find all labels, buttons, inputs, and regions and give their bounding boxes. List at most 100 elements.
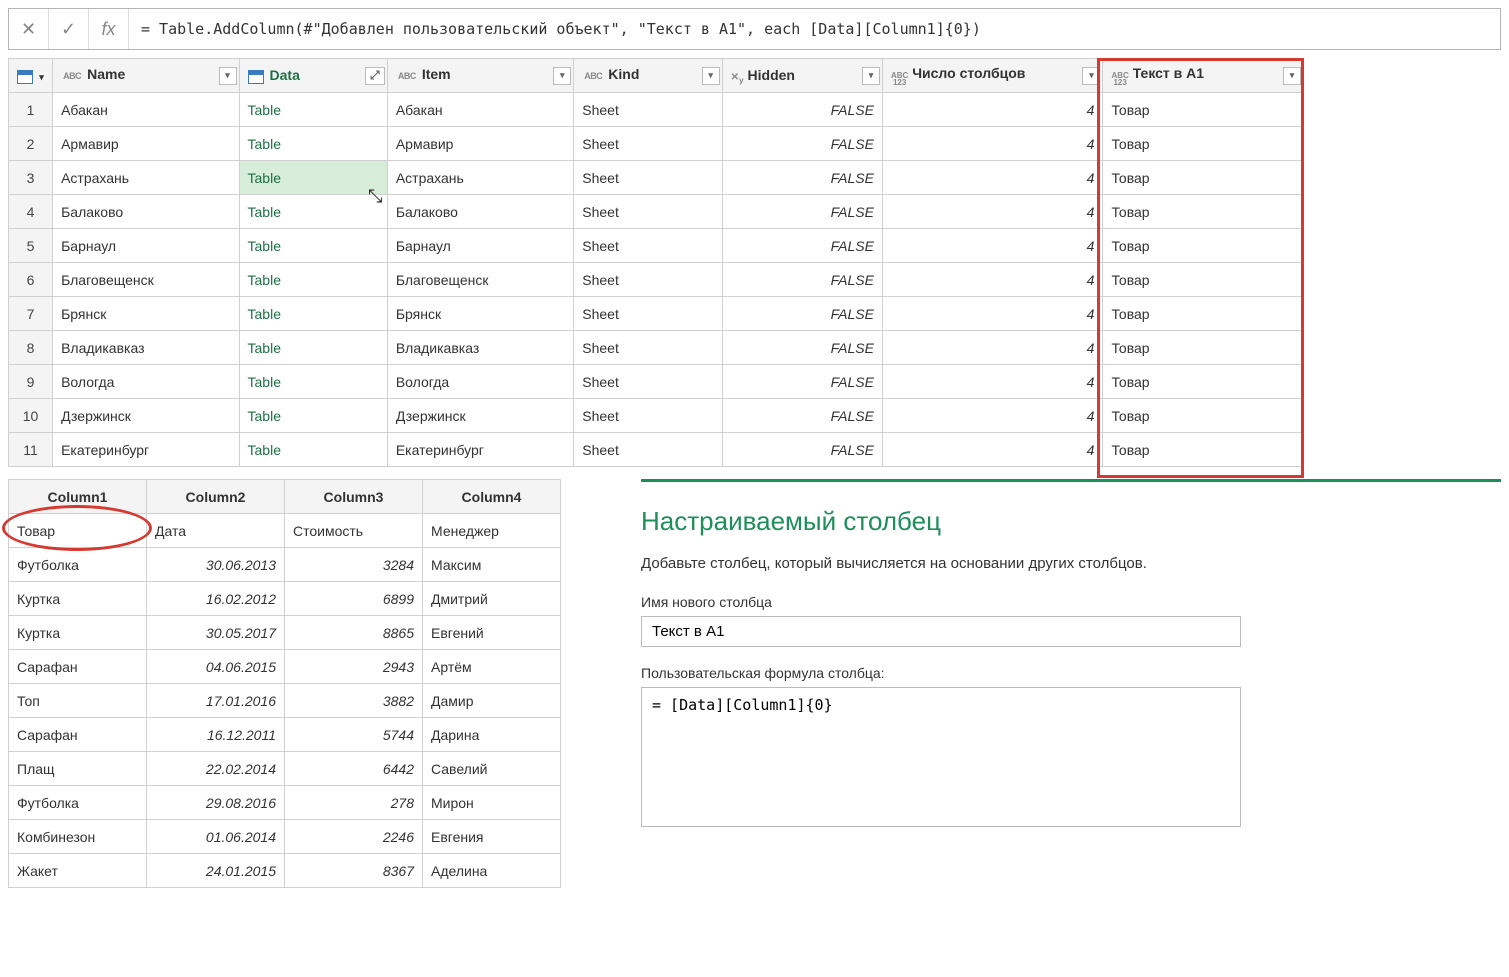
cell-data-link[interactable]: Table xyxy=(239,263,387,297)
formula-input[interactable]: = Table.AddColumn(#"Добавлен пользовател… xyxy=(129,20,1500,38)
table-row[interactable]: Футболка29.08.2016278Мирон xyxy=(9,786,561,820)
cell-item[interactable]: Екатеринбург xyxy=(387,433,573,467)
col-header-hidden[interactable]: ✕y Hidden▾ xyxy=(722,59,882,93)
preview-col-header[interactable]: Column2 xyxy=(147,480,285,514)
preview-cell[interactable]: 2246 xyxy=(285,820,423,854)
preview-cell[interactable]: Жакет xyxy=(9,854,147,888)
cell-data-link[interactable]: Table xyxy=(239,161,387,195)
cell-name[interactable]: Дзержинск xyxy=(53,399,239,433)
preview-cell[interactable]: 16.02.2012 xyxy=(147,582,285,616)
preview-cell[interactable]: 16.12.2011 xyxy=(147,718,285,752)
cell-kind[interactable]: Sheet xyxy=(574,195,722,229)
preview-cell[interactable]: Максим xyxy=(423,548,561,582)
cell-name[interactable]: Владикавказ xyxy=(53,331,239,365)
preview-cell[interactable]: 17.01.2016 xyxy=(147,684,285,718)
cell-text-a1[interactable]: Товар xyxy=(1103,399,1304,433)
preview-cell[interactable]: Куртка xyxy=(9,582,147,616)
preview-cell[interactable]: Плащ xyxy=(9,752,147,786)
row-number[interactable]: 4 xyxy=(9,195,53,229)
filter-icon[interactable]: ▾ xyxy=(862,67,880,85)
row-number[interactable]: 9 xyxy=(9,365,53,399)
table-row[interactable]: 10ДзержинскTableДзержинскSheetFALSE4Това… xyxy=(9,399,1304,433)
preview-data-table[interactable]: Column1 Column2 Column3 Column4 ТоварДат… xyxy=(8,479,561,888)
table-row[interactable]: Топ17.01.20163882Дамир xyxy=(9,684,561,718)
cell-kind[interactable]: Sheet xyxy=(574,229,722,263)
cell-text-a1[interactable]: Товар xyxy=(1103,93,1304,127)
table-row[interactable]: Куртка16.02.20126899Дмитрий xyxy=(9,582,561,616)
preview-cell[interactable]: 2943 xyxy=(285,650,423,684)
preview-cell[interactable]: Стоимость xyxy=(285,514,423,548)
preview-cell[interactable]: 5744 xyxy=(285,718,423,752)
cell-name[interactable]: Астрахань xyxy=(53,161,239,195)
table-row[interactable]: 11ЕкатеринбургTableЕкатеринбургSheetFALS… xyxy=(9,433,1304,467)
cell-data-link[interactable]: Table xyxy=(239,433,387,467)
cell-hidden[interactable]: FALSE xyxy=(722,229,882,263)
col-header-data[interactable]: Data⤢ xyxy=(239,59,387,93)
table-row[interactable]: Куртка30.05.20178865Евгений xyxy=(9,616,561,650)
cell-name[interactable]: Екатеринбург xyxy=(53,433,239,467)
preview-cell[interactable]: Куртка xyxy=(9,616,147,650)
col-header-count[interactable]: ABC123 Число столбцов▾ xyxy=(882,59,1103,93)
preview-cell[interactable]: 8865 xyxy=(285,616,423,650)
cell-count[interactable]: 4 xyxy=(882,263,1103,297)
cell-item[interactable]: Барнаул xyxy=(387,229,573,263)
row-number[interactable]: 1 xyxy=(9,93,53,127)
preview-cell[interactable]: 3284 xyxy=(285,548,423,582)
preview-cell[interactable]: Дата xyxy=(147,514,285,548)
preview-cell[interactable]: 3882 xyxy=(285,684,423,718)
cell-count[interactable]: 4 xyxy=(882,127,1103,161)
cell-hidden[interactable]: FALSE xyxy=(722,263,882,297)
preview-cell[interactable]: Топ xyxy=(9,684,147,718)
table-row[interactable]: Футболка30.06.20133284Максим xyxy=(9,548,561,582)
preview-cell[interactable]: Мирон xyxy=(423,786,561,820)
preview-cell[interactable]: Дамир xyxy=(423,684,561,718)
preview-col-header[interactable]: Column4 xyxy=(423,480,561,514)
preview-cell[interactable]: 24.01.2015 xyxy=(147,854,285,888)
cell-hidden[interactable]: FALSE xyxy=(722,331,882,365)
preview-cell[interactable]: 278 xyxy=(285,786,423,820)
row-number[interactable]: 11 xyxy=(9,433,53,467)
preview-cell[interactable]: Сарафан xyxy=(9,650,147,684)
cell-text-a1[interactable]: Товар xyxy=(1103,229,1304,263)
row-number[interactable]: 6 xyxy=(9,263,53,297)
row-number[interactable]: 7 xyxy=(9,297,53,331)
cell-text-a1[interactable]: Товар xyxy=(1103,263,1304,297)
table-row[interactable]: 9ВологдаTableВологдаSheetFALSE4Товар xyxy=(9,365,1304,399)
cell-hidden[interactable]: FALSE xyxy=(722,399,882,433)
preview-cell[interactable]: Евгений xyxy=(423,616,561,650)
preview-cell[interactable]: 22.02.2014 xyxy=(147,752,285,786)
cell-name[interactable]: Благовещенск xyxy=(53,263,239,297)
cell-kind[interactable]: Sheet xyxy=(574,433,722,467)
row-number[interactable]: 2 xyxy=(9,127,53,161)
col-header-item[interactable]: Item▾ xyxy=(387,59,573,93)
cell-name[interactable]: Абакан xyxy=(53,93,239,127)
row-number[interactable]: 8 xyxy=(9,331,53,365)
cell-item[interactable]: Благовещенск xyxy=(387,263,573,297)
table-row[interactable]: Сарафан16.12.20115744Дарина xyxy=(9,718,561,752)
preview-cell[interactable]: 01.06.2014 xyxy=(147,820,285,854)
cell-data-link[interactable]: Table xyxy=(239,195,387,229)
filter-icon[interactable]: ▾ xyxy=(1082,67,1100,85)
cell-item[interactable]: Владикавказ xyxy=(387,331,573,365)
formula-cancel-icon[interactable]: ✕ xyxy=(9,9,49,49)
column-name-input[interactable] xyxy=(641,616,1241,647)
cell-kind[interactable]: Sheet xyxy=(574,399,722,433)
cell-name[interactable]: Барнаул xyxy=(53,229,239,263)
cell-text-a1[interactable]: Товар xyxy=(1103,433,1304,467)
cell-item[interactable]: Брянск xyxy=(387,297,573,331)
filter-icon[interactable]: ▾ xyxy=(702,67,720,85)
cell-count[interactable]: 4 xyxy=(882,195,1103,229)
cell-hidden[interactable]: FALSE xyxy=(722,93,882,127)
filter-icon[interactable]: ▾ xyxy=(553,67,571,85)
preview-cell[interactable]: Футболка xyxy=(9,786,147,820)
preview-cell[interactable]: Савелий xyxy=(423,752,561,786)
cell-data-link[interactable]: Table xyxy=(239,399,387,433)
cell-count[interactable]: 4 xyxy=(882,399,1103,433)
row-number[interactable]: 3 xyxy=(9,161,53,195)
cell-item[interactable]: Абакан xyxy=(387,93,573,127)
preview-cell[interactable]: 6442 xyxy=(285,752,423,786)
preview-cell[interactable]: Менеджер xyxy=(423,514,561,548)
main-data-grid[interactable]: ▾ Name▾ Data⤢ Item▾ Kind▾ ✕y Hidden▾ ABC… xyxy=(8,58,1304,467)
cell-item[interactable]: Балаково xyxy=(387,195,573,229)
preview-cell[interactable]: 30.06.2013 xyxy=(147,548,285,582)
